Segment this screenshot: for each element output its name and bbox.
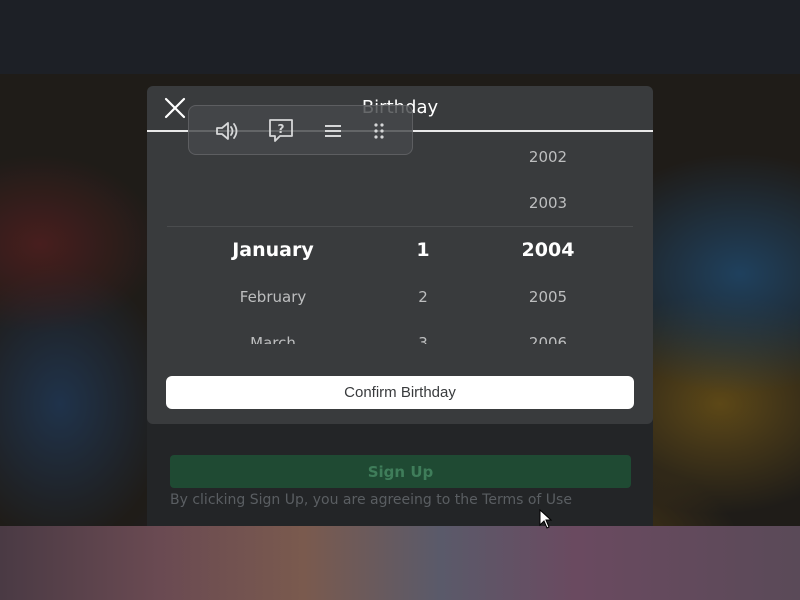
svg-text:?: ? <box>278 122 285 136</box>
year-option-selected[interactable]: 2004 <box>488 239 608 261</box>
blurred-background-strip <box>0 526 800 600</box>
speaker-icon[interactable] <box>213 118 241 144</box>
month-option[interactable]: March <box>173 334 373 344</box>
mouse-cursor-icon <box>539 508 553 529</box>
sign-up-button[interactable]: Sign Up <box>170 455 631 488</box>
top-bar <box>0 0 800 74</box>
day-option[interactable]: 2 <box>393 288 453 306</box>
accessibility-toolbar: ? <box>188 105 413 155</box>
day-option-selected[interactable]: 1 <box>393 239 453 261</box>
confirm-birthday-button[interactable]: Confirm Birthday <box>166 376 634 409</box>
close-icon <box>164 97 186 119</box>
selection-divider <box>167 226 633 227</box>
help-icon[interactable]: ? <box>267 118 295 144</box>
terms-text: By clicking Sign Up, you are agreeing to… <box>170 493 572 507</box>
day-option[interactable]: 3 <box>393 334 453 344</box>
year-option[interactable]: 2006 <box>488 334 608 344</box>
year-option[interactable]: 2005 <box>488 288 608 306</box>
month-option-selected[interactable]: January <box>173 239 373 261</box>
close-button[interactable] <box>160 95 190 125</box>
birthday-picker[interactable]: 2002 2003 January 1 2004 February 2 2005… <box>147 132 653 344</box>
month-option[interactable]: February <box>173 288 373 306</box>
year-option[interactable]: 2003 <box>488 194 608 212</box>
drag-handle-icon[interactable] <box>365 118 393 144</box>
menu-icon[interactable] <box>319 118 347 144</box>
year-option[interactable]: 2002 <box>488 148 608 166</box>
